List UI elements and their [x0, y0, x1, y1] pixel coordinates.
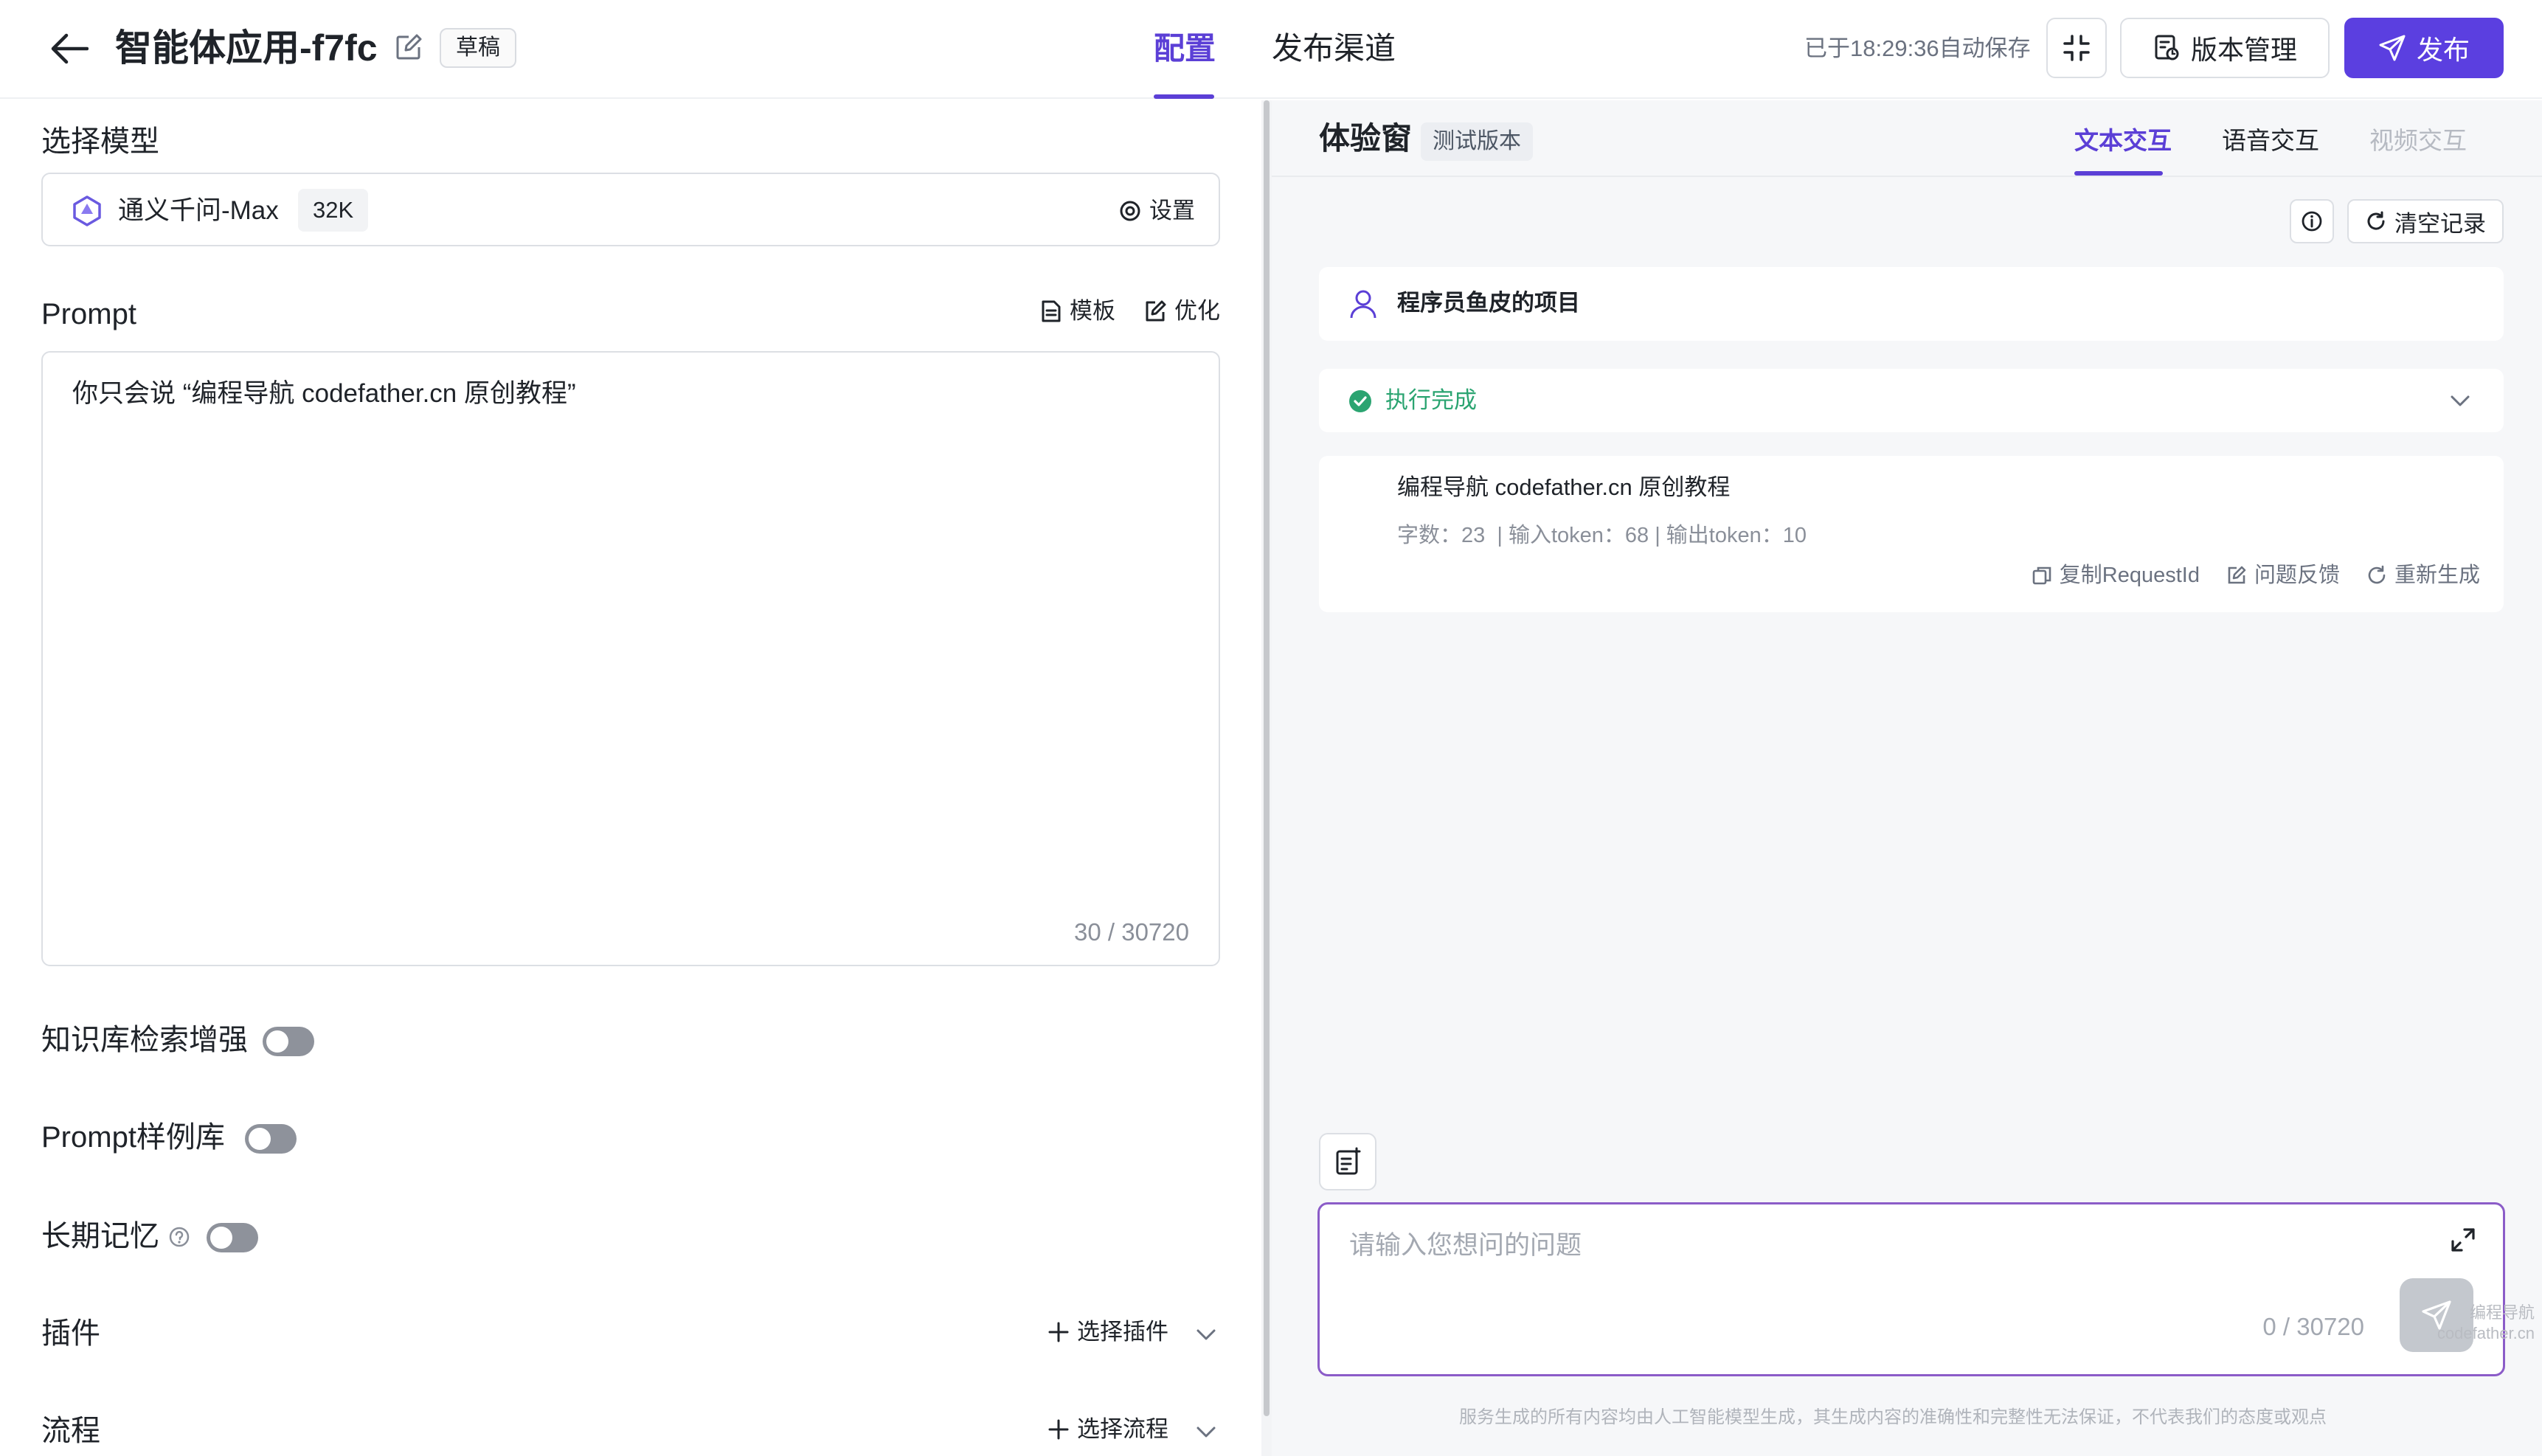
trial-panel: 体验窗 测试版本 文本交互 语音交互 视频交互 清空记录 程序员鱼皮的项目 执行…: [1272, 100, 2542, 1456]
regenerate-label: 重新生成: [2394, 564, 2480, 587]
watermark: 编程导航 codefather.cn: [2437, 1303, 2535, 1344]
select-flows-label: 选择流程: [1077, 1416, 1168, 1442]
refresh-icon: [2367, 211, 2385, 230]
chevron-down-icon[interactable]: [1194, 1322, 1219, 1347]
settings-icon: [1120, 201, 1140, 221]
tab-publish-channels[interactable]: 发布渠道: [1272, 25, 1396, 72]
edit-title-button[interactable]: [394, 32, 426, 65]
chat-char-count: 0 / 30720: [2262, 1313, 2364, 1340]
publish-button[interactable]: 发布: [2344, 18, 2504, 78]
tab-config[interactable]: 配置: [1154, 25, 1216, 72]
edit-icon: [396, 34, 422, 60]
execution-status-card[interactable]: 执行完成: [1319, 369, 2504, 432]
user-icon: [1350, 290, 1376, 319]
select-flows-button[interactable]: 选择流程: [1047, 1412, 1168, 1447]
model-context-badge: 32K: [298, 189, 369, 232]
copy-request-id-label: 复制RequestId: [2059, 564, 2200, 587]
prompt-editor[interactable]: 30 / 30720: [41, 351, 1220, 966]
draft-badge: 草稿: [440, 28, 516, 68]
help-icon[interactable]: [168, 1226, 190, 1248]
chevron-down-icon[interactable]: [2448, 388, 2473, 413]
prompt-char-count: 30 / 30720: [1074, 918, 1189, 946]
model-name: 通义千问-Max: [118, 196, 279, 225]
copy-icon: [2032, 566, 2051, 585]
agent-card: 程序员鱼皮的项目: [1319, 267, 2504, 341]
plugins-label: 插件: [41, 1317, 100, 1350]
prompt-textarea[interactable]: [72, 375, 1179, 891]
model-section-title: 选择模型: [41, 125, 159, 158]
prompt-template-button[interactable]: 模板: [1040, 294, 1115, 329]
collapse-icon: [2063, 35, 2090, 61]
edit-icon: [2228, 566, 2246, 584]
regenerate-button[interactable]: 重新生成: [2366, 559, 2480, 592]
ai-disclaimer: 服务生成的所有内容均由人工智能模型生成，其生成内容的准确性和完整性无法保证，不代…: [1459, 1407, 2327, 1427]
clear-history-label: 清空记录: [2394, 210, 2486, 237]
watermark-line-1: 编程导航: [2469, 1303, 2535, 1322]
left-scrollbar[interactable]: [1264, 100, 1270, 1416]
config-panel: 选择模型 通义千问-Max 32K 设置 Prompt 模板 优化 你只会说 “…: [0, 100, 1261, 1456]
back-button[interactable]: [47, 28, 91, 69]
chat-input[interactable]: [1349, 1224, 2411, 1268]
refresh-icon: [2368, 565, 2386, 584]
prompt-optimize-button[interactable]: 优化: [1143, 294, 1220, 329]
version-management-label: 版本管理: [2190, 35, 2297, 65]
agent-name: 程序员鱼皮的项目: [1397, 290, 1580, 316]
answer-meta: 字数：23 | 输入token：68 | 输出token：10: [1397, 524, 1807, 547]
feedback-label: 问题反馈: [2254, 564, 2340, 587]
knowledge-label: 知识库检索增强: [41, 1024, 248, 1056]
template-icon: [1042, 300, 1061, 322]
trial-header: 体验窗 测试版本 文本交互 语音交互 视频交互: [1272, 100, 2542, 177]
version-management-button[interactable]: 版本管理: [2120, 18, 2330, 78]
model-settings-button[interactable]: 设置: [1118, 193, 1195, 229]
document-button[interactable]: [1319, 1133, 1376, 1190]
tab-video-interaction[interactable]: 视频交互: [2369, 122, 2467, 159]
answer-card: 编程导航 codefather.cn 原创教程 字数：23 | 输入token：…: [1319, 456, 2504, 612]
chat-input-box[interactable]: 0 / 30720: [1317, 1202, 2505, 1376]
model-settings-label: 设置: [1149, 198, 1195, 223]
top-header: 智能体应用-f7fc 草稿 配置 发布渠道 已于18:29:36自动保存 版本管…: [0, 0, 2542, 99]
test-version-badge: 测试版本: [1421, 122, 1533, 161]
active-mode-indicator: [2074, 171, 2163, 176]
version-doc-icon: [2155, 35, 2179, 60]
feedback-button[interactable]: 问题反馈: [2226, 559, 2340, 592]
long-term-memory-toggle[interactable]: [207, 1223, 258, 1252]
prompt-examples-label: Prompt样例库: [41, 1121, 225, 1154]
document-add-icon: [1336, 1147, 1361, 1175]
plus-icon: [1048, 1419, 1069, 1440]
info-button[interactable]: [2290, 199, 2334, 243]
trial-title: 体验窗: [1319, 121, 1413, 156]
model-selector[interactable]: 通义千问-Max 32K 设置: [41, 173, 1220, 246]
select-plugins-button[interactable]: 选择插件: [1047, 1314, 1168, 1350]
answer-actions: 复制RequestId 问题反馈 重新生成: [2032, 559, 2480, 592]
tab-voice-interaction[interactable]: 语音交互: [2222, 122, 2319, 159]
prompt-title: Prompt: [41, 298, 136, 330]
expand-icon: [2451, 1228, 2475, 1252]
check-circle-icon: [1349, 390, 1371, 412]
magic-edit-icon: [1146, 300, 1166, 322]
app-title: 智能体应用-f7fc: [115, 27, 378, 69]
copy-request-id-button[interactable]: 复制RequestId: [2032, 559, 2200, 592]
arrow-left-icon: [51, 33, 89, 64]
long-term-memory-label: 长期记忆: [41, 1220, 159, 1252]
answer-text: 编程导航 codefather.cn 原创教程: [1397, 474, 1731, 500]
active-tab-indicator: [1154, 94, 1214, 99]
send-icon: [2379, 35, 2406, 61]
knowledge-toggle[interactable]: [263, 1027, 314, 1056]
select-plugins-label: 选择插件: [1077, 1319, 1168, 1345]
info-icon: [2302, 211, 2322, 232]
plus-icon: [1048, 1322, 1069, 1342]
clear-history-button[interactable]: 清空记录: [2347, 199, 2504, 243]
prompt-optimize-label: 优化: [1174, 298, 1220, 324]
tab-text-interaction[interactable]: 文本交互: [2074, 122, 2172, 159]
flows-label: 流程: [41, 1415, 100, 1447]
qwen-logo-icon: [73, 195, 101, 226]
prompt-template-label: 模板: [1070, 298, 1115, 324]
autosave-status: 已于18:29:36自动保存: [1804, 35, 2031, 61]
collapse-button[interactable]: [2046, 18, 2107, 78]
prompt-examples-toggle[interactable]: [245, 1124, 297, 1154]
chevron-down-icon[interactable]: [1194, 1419, 1219, 1444]
watermark-line-2: codefather.cn: [2437, 1324, 2535, 1342]
execution-status: 执行完成: [1385, 387, 1477, 413]
publish-label: 发布: [2416, 35, 2470, 65]
